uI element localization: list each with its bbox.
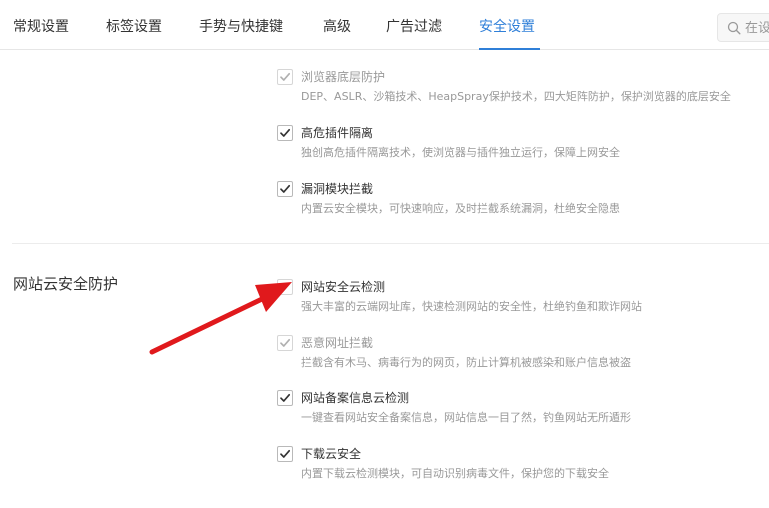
checkbox-malicious-url-blocking[interactable] <box>277 335 293 351</box>
checkmark-icon <box>280 72 291 81</box>
option-label: 网站安全云检测 <box>301 280 386 294</box>
checkbox-high-risk-plugin-isolation[interactable] <box>277 125 293 141</box>
checkbox-vulnerability-module-blocking[interactable] <box>277 181 293 197</box>
option-label: 下载云安全 <box>301 447 362 461</box>
settings-tab-bar: 常规设置 标签设置 手势与快捷键 高级 广告过滤 安全设置 <box>0 0 769 50</box>
tab-ad-filter[interactable]: 广告过滤 <box>386 17 442 37</box>
option-description: 一键查看网站安全备案信息，网站信息一目了然，钓鱼网站无所遁形 <box>301 411 631 424</box>
option-label: 恶意网址拦截 <box>301 336 374 350</box>
option-description: 强大丰富的云端网址库，快速检测网站的安全性，杜绝钓鱼和欺诈网站 <box>301 300 642 313</box>
search-box[interactable] <box>717 13 769 42</box>
section-divider <box>12 243 769 244</box>
option-label: 网站备案信息云检测 <box>301 391 410 405</box>
checkmark-icon <box>280 128 291 137</box>
tab-general[interactable]: 常规设置 <box>13 17 69 37</box>
section-title-website-cloud-security: 网站云安全防护 <box>13 275 119 293</box>
checkmark-icon <box>280 282 291 291</box>
search-input[interactable] <box>745 18 769 38</box>
active-tab-indicator <box>479 48 540 50</box>
option-label: 漏洞模块拦截 <box>301 182 374 196</box>
checkmark-icon <box>280 449 291 458</box>
search-icon <box>727 21 741 35</box>
checkbox-browser-low-level-protection[interactable] <box>277 69 293 85</box>
checkbox-download-cloud-security[interactable] <box>277 446 293 462</box>
tab-security[interactable]: 安全设置 <box>479 17 535 37</box>
option-description: 独创高危插件隔离技术，使浏览器与插件独立运行，保障上网安全 <box>301 146 620 159</box>
option-label: 高危插件隔离 <box>301 126 374 140</box>
checkmark-icon <box>280 393 291 402</box>
checkbox-website-security-cloud-check[interactable] <box>277 279 293 295</box>
option-description: 内置云安全模块，可快速响应，及时拦截系统漏洞，杜绝安全隐患 <box>301 202 620 215</box>
checkbox-website-filing-info-cloud-check[interactable] <box>277 390 293 406</box>
option-description: 拦截含有木马、病毒行为的网页，防止计算机被感染和账户信息被盗 <box>301 356 631 369</box>
tab-tabs[interactable]: 标签设置 <box>106 17 162 37</box>
option-description: 内置下载云检测模块，可自动识别病毒文件，保护您的下载安全 <box>301 467 609 480</box>
option-description: DEP、ASLR、沙箱技术、HeapSpray保护技术，四大矩阵防护，保护浏览器… <box>301 90 731 103</box>
checkmark-icon <box>280 184 291 193</box>
checkmark-icon <box>280 338 291 347</box>
tab-gestures-shortcuts[interactable]: 手势与快捷键 <box>199 17 283 37</box>
option-label: 浏览器底层防护 <box>301 70 386 84</box>
tab-advanced[interactable]: 高级 <box>323 17 351 37</box>
